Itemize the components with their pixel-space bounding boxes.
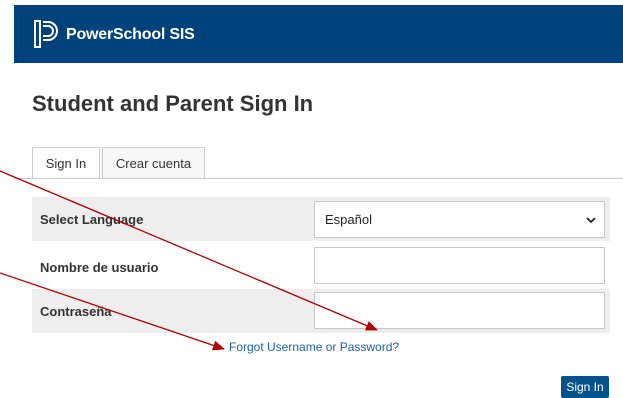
username-input[interactable] bbox=[314, 247, 605, 284]
password-label: Contraseña bbox=[40, 304, 112, 319]
page-title: Student and Parent Sign In bbox=[32, 91, 314, 116]
username-row: Nombre de usuario bbox=[32, 244, 610, 286]
forgot-credentials-link[interactable]: Forgot Username or Password? bbox=[229, 340, 399, 354]
sign-in-button[interactable]: Sign In bbox=[561, 376, 609, 398]
language-selected-value: Español bbox=[325, 212, 372, 227]
powerschool-logo-icon bbox=[34, 20, 58, 48]
password-input[interactable] bbox=[314, 292, 605, 329]
username-label: Nombre de usuario bbox=[40, 260, 159, 275]
tab-label: Crear cuenta bbox=[115, 155, 192, 171]
tab-label: Sign In bbox=[45, 155, 87, 171]
brand-name: PowerSchool SIS bbox=[66, 26, 195, 43]
app-header: PowerSchool SIS bbox=[14, 5, 623, 63]
language-label: Select Language bbox=[40, 212, 144, 227]
tabs-divider bbox=[14, 178, 623, 179]
chevron-down-icon bbox=[586, 217, 596, 224]
language-row: Select Language Español bbox=[32, 197, 610, 241]
tab-sign-in[interactable]: Sign In bbox=[32, 147, 100, 179]
language-select[interactable]: Español bbox=[314, 201, 605, 238]
password-row: Contraseña bbox=[32, 289, 610, 333]
tab-crear-cuenta[interactable]: Crear cuenta bbox=[102, 147, 205, 178]
